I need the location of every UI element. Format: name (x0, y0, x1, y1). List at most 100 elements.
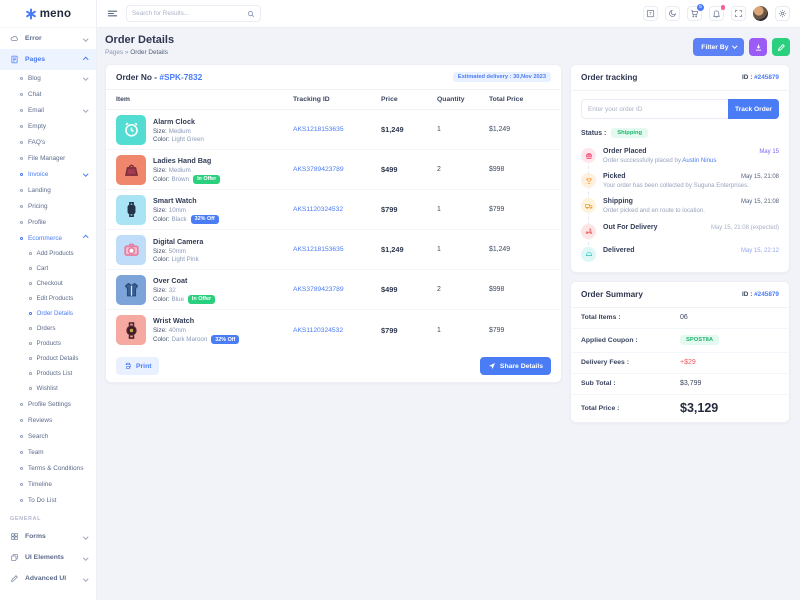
order-details-card: Order No - #SPK-7832 Estimated delivery … (105, 64, 562, 383)
order-id-input[interactable] (581, 99, 728, 119)
order-summary-card: Order Summary ID : #245879 Total Items :… (570, 280, 790, 423)
sidebar-item-add-products[interactable]: Add Products (0, 246, 96, 261)
tracking-id-link[interactable]: AKS1218153635 (293, 126, 381, 133)
tracking-id-link[interactable]: AKS3789423789 (293, 166, 381, 173)
settings-icon[interactable] (775, 6, 790, 21)
cart-icon[interactable]: 5 (687, 4, 704, 21)
sidebar-item-pages[interactable]: Pages (0, 49, 96, 70)
search-input[interactable] (132, 10, 247, 17)
sidebar-item-order-details[interactable]: Order Details (0, 306, 96, 321)
offer-badge: In Offer (193, 174, 221, 184)
price: $799 (381, 205, 398, 214)
bullet-icon (20, 402, 23, 406)
bullet-icon (29, 282, 32, 285)
global-search[interactable] (126, 5, 261, 22)
menu-toggle-icon[interactable] (107, 8, 118, 19)
sidebar-item-blog[interactable]: Blog (0, 70, 96, 86)
order-tracking-card: Order tracking ID : #245879 Track Order … (570, 64, 790, 273)
summary-row-coupon: Applied Coupon : SPOST8A (571, 329, 789, 353)
logo-asterisk-icon (25, 8, 36, 19)
sidebar-item-pricing[interactable]: Pricing (0, 198, 96, 214)
notifications-icon[interactable] (709, 5, 725, 21)
sidebar-item-cart[interactable]: Cart (0, 261, 96, 276)
tracking-id-link[interactable]: AKS1218153635 (293, 246, 381, 253)
dark-mode-icon[interactable] (665, 6, 680, 21)
product-name: Digital Camera (153, 236, 204, 246)
bullet-icon (20, 108, 23, 112)
bullet-icon (20, 204, 23, 208)
table-row: Alarm Clock Size: Medium Color: Light Gree… (106, 110, 561, 150)
sidebar-item-email[interactable]: Email (0, 102, 96, 118)
sidebar-item-products-list[interactable]: Products List (0, 366, 96, 381)
quantity: 2 (437, 286, 441, 293)
sidebar-item-terms-conditions[interactable]: Terms & Conditions (0, 460, 96, 476)
sidebar-item-ui-elements[interactable]: UI Elements (0, 547, 96, 568)
track-order-button[interactable]: Track Order (727, 99, 779, 119)
search-icon[interactable] (247, 10, 255, 18)
bullet-icon (29, 357, 32, 360)
bullet-icon (20, 188, 23, 192)
sidebar-item-edit-products[interactable]: Edit Products (0, 291, 96, 306)
sidebar-item-error[interactable]: Error (0, 28, 96, 49)
total-price: $799 (489, 326, 505, 334)
product-name: Wrist Watch (153, 316, 195, 325)
sidebar-item-landing[interactable]: Landing (0, 182, 96, 198)
buyer-link[interactable]: Austin Ninus (682, 157, 716, 164)
gift-icon (585, 152, 592, 159)
brand-logo[interactable]: meno (0, 0, 96, 28)
sidebar-item-products[interactable]: Products (0, 336, 96, 351)
bullet-icon (20, 172, 23, 176)
bullet-icon (20, 156, 23, 160)
sidebar-section-general: GENERAL (10, 516, 42, 522)
sidebar-item-empty[interactable]: Empty (0, 118, 96, 134)
sidebar-item-ecommerce[interactable]: Ecommerce (0, 230, 96, 246)
breadcrumb-parent[interactable]: Pages (105, 49, 123, 56)
sidebar-item-checkout[interactable]: Checkout (0, 276, 96, 291)
sidebar-item-profile-settings[interactable]: Profile Settings (0, 396, 96, 412)
sidebar-item-chat[interactable]: Chat (0, 86, 96, 102)
sidebar-item-product-details[interactable]: Product Details (0, 351, 96, 366)
quantity: 1 (437, 326, 441, 334)
sidebar-item-timeline[interactable]: Timeline (0, 476, 96, 492)
bullet-icon (29, 297, 32, 300)
sidebar-item-advanced-ui[interactable]: Advanced UI (0, 568, 96, 589)
tracking-id-link[interactable]: AKS3789423789 (293, 286, 381, 293)
avatar[interactable] (753, 6, 768, 21)
fullscreen-icon[interactable] (731, 6, 746, 21)
tracking-id-link[interactable]: AKS1120324532 (293, 327, 381, 334)
sidebar-item-profile[interactable]: Profile (0, 214, 96, 230)
helmet-icon (585, 252, 592, 257)
price: $1,249 (381, 125, 404, 134)
pen-icon (10, 575, 18, 583)
app-window: meno Error Pages Blog Chat Email Empty F… (0, 0, 800, 600)
share-details-button[interactable]: Share Details (479, 357, 551, 375)
sidebar-item-team[interactable]: Team (0, 444, 96, 460)
sidebar-item-to-do-list[interactable]: To Do List (0, 492, 96, 508)
breadcrumb-current: Order Details (130, 49, 168, 56)
quantity: 1 (437, 126, 441, 133)
discount-badge: 32% Off (211, 335, 240, 344)
timeline-step: Delivered May 15, 22:12 (581, 246, 779, 262)
sidebar-item-invoice[interactable]: Invoice (0, 166, 96, 182)
product-name: Over Coat (153, 275, 188, 285)
sidebar-item-search[interactable]: Search (0, 428, 96, 444)
sidebar-item-forms[interactable]: Forms (0, 526, 96, 547)
summary-row-subtotal: Sub Total : $3,799 (571, 374, 789, 395)
table-row: Digital Camera Size: 50mm Color: Light Pin… (106, 230, 561, 270)
sidebar-item-faqs[interactable]: FAQ's (0, 134, 96, 150)
print-button[interactable]: Print (116, 357, 160, 375)
sidebar-item-orders[interactable]: Orders (0, 321, 96, 336)
product-image (116, 274, 146, 305)
breadcrumb-separator: » (124, 49, 129, 56)
edit-button[interactable] (772, 38, 790, 56)
tracking-id-link[interactable]: AKS1120324532 (293, 206, 381, 213)
download-icon (755, 44, 761, 51)
download-button[interactable] (749, 38, 767, 56)
sidebar-item-reviews[interactable]: Reviews (0, 412, 96, 428)
filter-by-button[interactable]: Filter By (693, 38, 744, 56)
sidebar-item-wishlist[interactable]: Wishlist (0, 381, 96, 396)
truck-icon (584, 203, 592, 209)
translate-icon[interactable]: T (643, 6, 658, 21)
sidebar-item-file-manager[interactable]: File Manager (0, 150, 96, 166)
cloud-icon (10, 35, 18, 41)
